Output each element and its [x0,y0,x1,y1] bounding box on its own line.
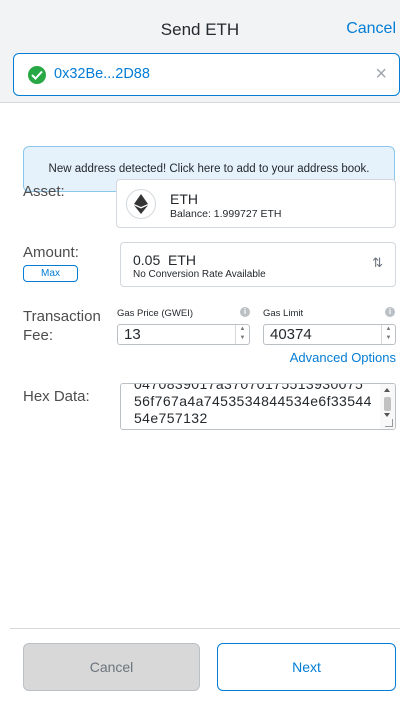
footer-divider [10,628,400,629]
next-button[interactable]: Next [217,643,396,691]
gas-price-input[interactable]: 13 ▲ ▼ [117,324,250,345]
swap-arrows-icon[interactable]: ⇅ [372,255,383,271]
gas-limit-info-icon[interactable]: i [385,307,395,317]
fee-label-line1: Transaction [23,308,101,325]
recipient-address-field[interactable]: 0x32Be...2D88 × [13,53,400,96]
asset-selector[interactable]: ETH Balance: 1.999727 ETH [116,179,396,228]
notice-text: New address detected! Click here to add … [48,163,370,175]
next-button-label: Next [292,659,321,675]
advanced-options-link[interactable]: Advanced Options [290,350,396,365]
header-cancel-link[interactable]: Cancel [346,20,396,38]
recipient-address: 0x32Be...2D88 [54,66,150,82]
scroll-up-icon[interactable] [384,388,390,392]
conversion-rate-text: No Conversion Rate Available [133,269,266,280]
recipient-row: 0x32Be...2D88 × [0,50,400,103]
gas-price-label: Gas Price (GWEI) [117,308,194,319]
scroll-down-icon[interactable] [384,413,390,417]
gas-limit-value: 40374 [270,326,312,343]
scroll-thumb[interactable] [384,397,391,411]
gas-limit-stepper[interactable]: ▲ ▼ [381,325,395,344]
check-circle-icon [28,66,46,84]
asset-name: ETH [170,191,198,207]
amount-label: Amount: [23,244,79,261]
ethereum-icon [126,189,156,219]
amount-input[interactable]: 0.05 ETH No Conversion Rate Available ⇅ [120,242,396,287]
hex-data-textarea[interactable]: 0470839017a37070175513930075 56f767a4a74… [120,383,396,430]
cancel-button[interactable]: Cancel [23,643,200,691]
hex-data-label: Hex Data: [23,388,90,405]
close-icon[interactable]: × [375,63,387,85]
header: Send ETH Cancel [0,0,400,50]
gas-price-value: 13 [124,326,141,343]
gas-price-info-icon[interactable]: i [240,307,250,317]
fee-label-line2: Fee: [23,327,54,344]
hex-data-value: 0470839017a37070175513930075 56f767a4a74… [134,383,372,426]
max-button[interactable]: Max [23,265,78,282]
asset-label: Asset: [23,183,65,200]
resize-handle-icon[interactable] [385,419,393,427]
asset-balance: Balance: 1.999727 ETH [170,208,282,220]
cancel-button-label: Cancel [89,659,134,675]
gas-price-stepper[interactable]: ▲ ▼ [235,325,249,344]
gas-limit-label: Gas Limit [263,308,304,319]
gas-limit-input[interactable]: 40374 ▲ ▼ [263,324,396,345]
fee-label: Transaction Fee: [23,307,101,345]
page-title: Send ETH [160,20,240,39]
amount-value: 0.05 ETH [133,252,197,268]
